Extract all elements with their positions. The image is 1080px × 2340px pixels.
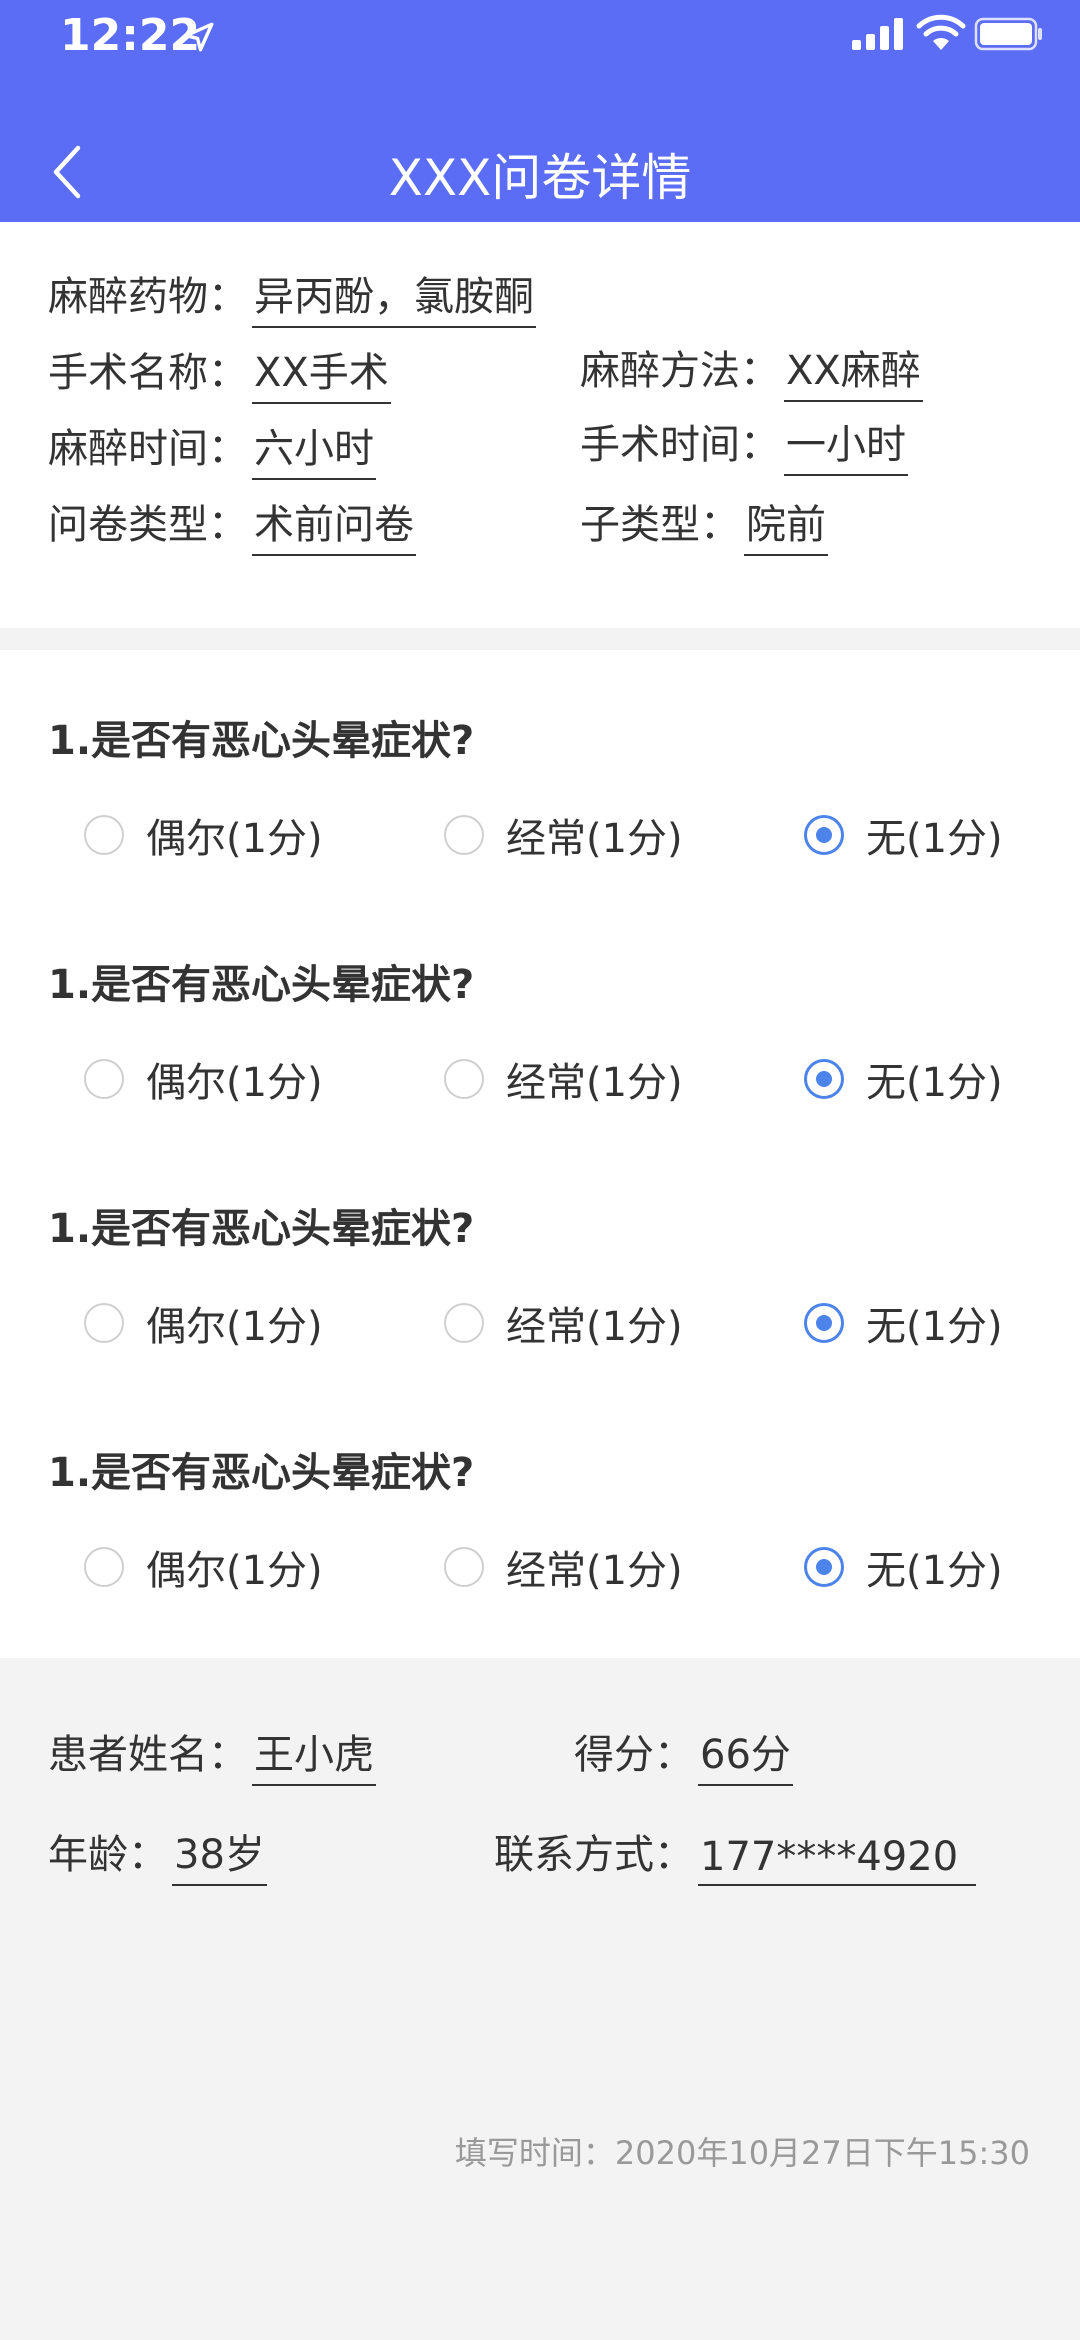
patient-contact: 联系方式： 177****4920 [494,1822,977,1886]
info-value: XX手术 [252,340,391,404]
cellular-signal-icon [852,18,903,50]
info-surgery-time: 手术时间： 一小时 [580,412,908,476]
option-none[interactable]: 无(1分) [804,806,1003,864]
info-value: 术前问卷 [252,492,416,556]
option-often[interactable]: 经常(1分) [444,806,683,864]
info-label: 子类型： [580,502,740,548]
patient-score: 得分： 66分 [574,1722,793,1786]
option-often[interactable]: 经常(1分) [444,1294,683,1352]
surgery-info-card: 麻醉药物： 异丙酚，氯胺酮 手术名称： XX手术 麻醉方法： XX麻醉 麻醉时间… [0,222,1080,628]
info-anesthesia-time: 麻醉时间： 六小时 [48,416,376,480]
option-occasionally[interactable]: 偶尔(1分) [84,1050,323,1108]
status-time: 12:22 [60,10,201,61]
option-label: 经常(1分) [506,1548,683,1594]
info-label: 麻醉方法： [580,348,780,394]
score-label: 得分： [574,1732,694,1778]
option-label: 经常(1分) [506,816,683,862]
radio-checked-icon[interactable] [804,1547,844,1587]
info-value: 异丙酚，氯胺酮 [252,264,536,328]
info-label: 手术名称： [48,350,248,396]
wifi-icon [916,14,966,50]
info-questionnaire-type: 问卷类型： 术前问卷 [48,492,416,556]
info-label: 问卷类型： [48,502,248,548]
age-label: 年龄： [48,1832,168,1878]
option-label: 经常(1分) [506,1060,683,1106]
option-label: 无(1分) [866,1060,1003,1106]
contact-label: 联系方式： [494,1832,694,1878]
fill-time: 填写时间：2020年10月27日下午15:30 [454,2134,1030,2172]
battery-icon [974,17,1042,51]
radio-unchecked-icon[interactable] [84,1547,124,1587]
location-arrow-icon [184,22,214,52]
radio-unchecked-icon[interactable] [84,1303,124,1343]
patient-name: 患者姓名： 王小虎 [48,1722,376,1786]
score-value: 66分 [698,1722,793,1786]
age-value: 38岁 [172,1822,267,1886]
question-title: 1.是否有恶心头晕症状? [48,962,475,1008]
option-none[interactable]: 无(1分) [804,1050,1003,1108]
info-label: 麻醉药物： [48,274,248,320]
patient-name-value: 王小虎 [252,1722,376,1786]
info-value: 院前 [744,492,828,556]
option-label: 经常(1分) [506,1304,683,1350]
option-often[interactable]: 经常(1分) [444,1050,683,1108]
option-occasionally[interactable]: 偶尔(1分) [84,806,323,864]
radio-unchecked-icon[interactable] [84,1059,124,1099]
nav-header: 12:22 XXX问卷详情 [0,0,1080,222]
option-label: 无(1分) [866,1304,1003,1350]
patient-age: 年龄： 38岁 [48,1822,267,1886]
option-label: 无(1分) [866,1548,1003,1594]
info-label: 手术时间： [580,422,780,468]
option-label: 偶尔(1分) [146,1304,323,1350]
radio-unchecked-icon[interactable] [444,1303,484,1343]
option-occasionally[interactable]: 偶尔(1分) [84,1294,323,1352]
option-often[interactable]: 经常(1分) [444,1538,683,1596]
info-subtype: 子类型： 院前 [580,492,828,556]
radio-unchecked-icon[interactable] [444,1547,484,1587]
info-anesthesia-drug: 麻醉药物： 异丙酚，氯胺酮 [48,264,536,328]
option-none[interactable]: 无(1分) [804,1294,1003,1352]
question-title: 1.是否有恶心头晕症状? [48,718,475,764]
radio-unchecked-icon[interactable] [444,1059,484,1099]
info-surgery-name: 手术名称： XX手术 [48,340,391,404]
info-label: 麻醉时间： [48,426,248,472]
info-value: XX麻醉 [784,338,923,402]
radio-checked-icon[interactable] [804,815,844,855]
option-label: 无(1分) [866,816,1003,862]
question-title: 1.是否有恶心头晕症状? [48,1206,475,1252]
questionnaire-card: 1.是否有恶心头晕症状? 偶尔(1分) 经常(1分) 无(1分) 1.是否有恶心… [0,650,1080,1658]
option-label: 偶尔(1分) [146,1060,323,1106]
question-title: 1.是否有恶心头晕症状? [48,1450,475,1496]
contact-value: 177****4920 [698,1834,977,1886]
page-title: XXX问卷详情 [388,149,692,207]
radio-checked-icon[interactable] [804,1303,844,1343]
option-label: 偶尔(1分) [146,816,323,862]
patient-name-label: 患者姓名： [48,1732,248,1778]
option-label: 偶尔(1分) [146,1548,323,1594]
option-occasionally[interactable]: 偶尔(1分) [84,1538,323,1596]
radio-checked-icon[interactable] [804,1059,844,1099]
option-none[interactable]: 无(1分) [804,1538,1003,1596]
radio-unchecked-icon[interactable] [444,815,484,855]
radio-unchecked-icon[interactable] [84,815,124,855]
info-value: 六小时 [252,416,376,480]
info-value: 一小时 [784,412,908,476]
info-anesthesia-method: 麻醉方法： XX麻醉 [580,338,923,402]
